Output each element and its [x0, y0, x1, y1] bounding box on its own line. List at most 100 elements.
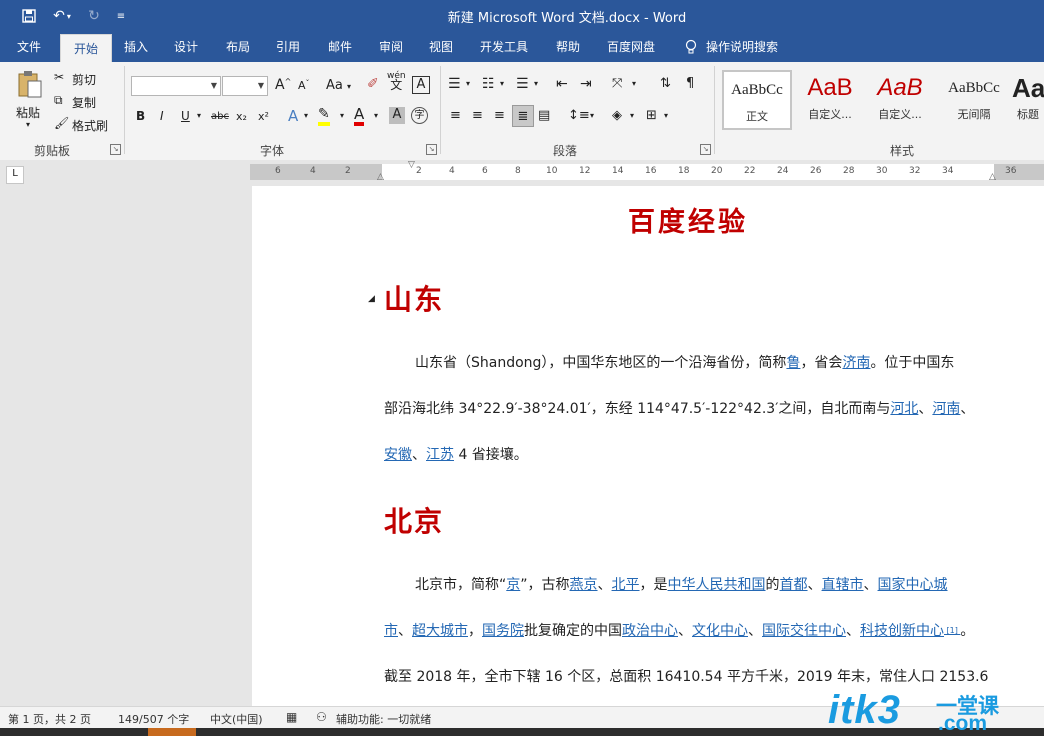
- format-painter-icon[interactable]: 🖌: [54, 116, 69, 130]
- grow-font-icon[interactable]: A^: [275, 77, 291, 93]
- hyperlink[interactable]: 河南: [932, 401, 960, 417]
- shrink-font-icon[interactable]: Aˇ: [298, 79, 310, 92]
- paste-button[interactable]: 粘贴: [16, 104, 40, 121]
- superscript-button[interactable]: x²: [258, 110, 269, 123]
- copy-icon[interactable]: ⧉: [54, 93, 63, 108]
- increase-indent-icon[interactable]: ⇥: [580, 76, 592, 92]
- italic-button[interactable]: I: [160, 109, 164, 123]
- hyperlink[interactable]: 济南: [842, 355, 870, 371]
- text-effects-dropdown-icon[interactable]: ▾: [304, 111, 308, 120]
- multilevel-list-icon[interactable]: ☰: [516, 76, 529, 92]
- tab-home[interactable]: 开始: [60, 34, 112, 63]
- hyperlink[interactable]: 燕京: [570, 577, 598, 593]
- hyperlink[interactable]: 中华人民共和国: [668, 577, 766, 593]
- clipboard-launcher-icon[interactable]: ↘: [110, 144, 121, 155]
- hyperlink[interactable]: 国际交往中心: [762, 623, 846, 639]
- multilevel-dropdown-icon[interactable]: ▾: [534, 79, 538, 88]
- line-spacing-icon[interactable]: ↕≡: [568, 108, 590, 123]
- tab-help[interactable]: 帮助: [546, 32, 590, 62]
- hyperlink[interactable]: 安徽: [384, 447, 412, 463]
- hyperlink[interactable]: 直辖市: [822, 577, 864, 593]
- cut-icon[interactable]: ✂: [54, 70, 64, 84]
- bold-button[interactable]: B: [136, 109, 145, 123]
- underline-button[interactable]: U: [181, 109, 190, 123]
- copy-button[interactable]: 复制: [72, 94, 96, 111]
- bullets-dropdown-icon[interactable]: ▾: [466, 79, 470, 88]
- tab-mailings[interactable]: 邮件: [318, 32, 362, 62]
- hyperlink[interactable]: 科技创新中心: [860, 623, 944, 639]
- font-launcher-icon[interactable]: ↘: [426, 144, 437, 155]
- right-indent-marker[interactable]: △: [989, 172, 996, 182]
- enclose-char-button[interactable]: 字: [411, 107, 428, 124]
- tell-me-search[interactable]: 操作说明搜索: [706, 32, 788, 62]
- align-center-icon[interactable]: ≡: [472, 108, 483, 123]
- align-right-icon[interactable]: ≡: [494, 108, 505, 123]
- paragraph-launcher-icon[interactable]: ↘: [700, 144, 711, 155]
- strikethrough-button[interactable]: abc: [211, 111, 229, 122]
- accessibility-icon[interactable]: ⚇: [316, 710, 327, 724]
- tab-file[interactable]: 文件: [4, 32, 54, 62]
- borders-icon[interactable]: ⊞: [646, 108, 657, 123]
- highlight-dropdown-icon[interactable]: ▾: [340, 111, 344, 120]
- chinese-layout-icon[interactable]: ⤧: [612, 76, 622, 91]
- tab-view[interactable]: 视图: [419, 32, 463, 62]
- font-color-button[interactable]: A: [354, 106, 365, 126]
- hyperlink[interactable]: 市: [384, 623, 398, 639]
- hyperlink[interactable]: 河北: [890, 401, 918, 417]
- align-left-icon[interactable]: ≡: [450, 108, 461, 123]
- document-page[interactable]: 百度经验 ◢ 山东 山东省（Shandong），中国华东地区的一个沿海省份，简称…: [252, 186, 1044, 706]
- font-size-combo[interactable]: ▼: [222, 76, 268, 96]
- style-custom-2[interactable]: AaB 自定义...: [866, 70, 934, 130]
- heading-shandong[interactable]: 山东: [384, 278, 444, 318]
- distributed-icon[interactable]: ▤: [538, 108, 550, 123]
- macro-record-icon[interactable]: ▦: [286, 710, 297, 724]
- shading-dropdown-icon[interactable]: ▾: [630, 111, 634, 120]
- chinese-layout-dropdown-icon[interactable]: ▾: [632, 79, 636, 88]
- char-border-button[interactable]: A: [412, 76, 430, 94]
- hyperlink[interactable]: 文化中心: [692, 623, 748, 639]
- borders-dropdown-icon[interactable]: ▾: [664, 111, 668, 120]
- clear-formatting-icon[interactable]: ✐: [367, 76, 379, 92]
- justify-icon[interactable]: ≣: [512, 105, 534, 127]
- paragraph-beijing[interactable]: 北京市，简称“京”，古称燕京、北平，是中华人民共和国的首都、直辖市、国家中心城 …: [384, 562, 996, 700]
- hyperlink[interactable]: 北平: [612, 577, 640, 593]
- page-count[interactable]: 第 1 页，共 2 页: [8, 711, 91, 727]
- bullets-icon[interactable]: ☰: [448, 76, 461, 92]
- hyperlink[interactable]: 京: [506, 577, 520, 593]
- line-spacing-dropdown-icon[interactable]: ▾: [590, 111, 594, 120]
- subscript-button[interactable]: x₂: [236, 110, 247, 123]
- numbering-dropdown-icon[interactable]: ▾: [500, 79, 504, 88]
- highlight-icon[interactable]: ✎: [318, 106, 330, 126]
- char-shading-button[interactable]: A: [389, 107, 405, 124]
- hyperlink[interactable]: 国务院: [482, 623, 524, 639]
- cut-button[interactable]: 剪切: [72, 71, 96, 88]
- heading-beijing[interactable]: 北京: [384, 500, 444, 540]
- tab-review[interactable]: 审阅: [369, 32, 413, 62]
- first-line-indent-marker[interactable]: ▽: [408, 160, 415, 170]
- decrease-indent-icon[interactable]: ⇤: [556, 76, 568, 92]
- lightbulb-icon[interactable]: [680, 32, 702, 62]
- font-name-combo[interactable]: ▼: [131, 76, 221, 96]
- word-count[interactable]: 149/507 个字: [118, 711, 189, 727]
- phonetic-guide-button[interactable]: wén 文: [387, 72, 406, 92]
- paste-icon[interactable]: [14, 70, 46, 100]
- underline-dropdown-icon[interactable]: ▾: [197, 111, 201, 120]
- document-title[interactable]: 百度经验: [252, 200, 1044, 239]
- tab-layout[interactable]: 布局: [216, 32, 260, 62]
- font-color-dropdown-icon[interactable]: ▾: [374, 111, 378, 120]
- hyperlink[interactable]: 鲁: [786, 355, 800, 371]
- format-painter-button[interactable]: 格式刷: [72, 117, 108, 134]
- tab-developer[interactable]: 开发工具: [472, 32, 536, 62]
- footnote-reference[interactable]: [1]: [944, 626, 960, 635]
- hyperlink[interactable]: 超大城市: [412, 623, 468, 639]
- numbering-icon[interactable]: ☷: [482, 76, 495, 92]
- show-marks-icon[interactable]: ¶: [686, 76, 694, 91]
- style-title[interactable]: Aa 标题: [1012, 70, 1044, 130]
- tab-baidu-netdisk[interactable]: 百度网盘: [598, 32, 664, 62]
- style-normal[interactable]: AaBbCc 正文: [722, 70, 792, 130]
- language-indicator[interactable]: 中文(中国): [210, 711, 263, 727]
- tab-stop-selector[interactable]: L: [6, 166, 24, 184]
- accessibility-status[interactable]: 辅助功能: 一切就绪: [336, 711, 431, 727]
- hyperlink[interactable]: 国家中心城: [878, 577, 948, 593]
- hyperlink[interactable]: 政治中心: [622, 623, 678, 639]
